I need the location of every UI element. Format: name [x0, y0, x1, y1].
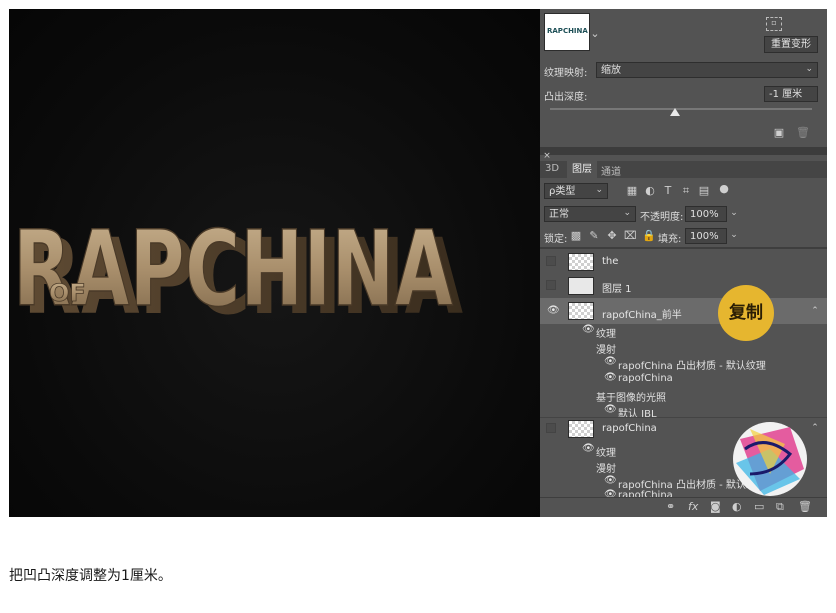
layer-row[interactable]: the: [540, 250, 827, 274]
eye-icon[interactable]: 👁: [604, 404, 617, 415]
filter-smart-object-icon[interactable]: ▤: [698, 184, 710, 198]
link-layers-icon[interactable]: ⚭: [666, 500, 675, 513]
opacity-chevron-icon[interactable]: ⌄: [729, 206, 739, 220]
annotation-bubble: 复制: [718, 285, 774, 341]
lock-all-icon[interactable]: 🔒: [642, 229, 656, 243]
chevron-down-icon: ⌄: [805, 64, 813, 74]
new-group-icon[interactable]: ▭: [754, 500, 764, 513]
layer-filter-label: ρ类型: [549, 186, 576, 197]
trash-icon[interactable]: 🗑: [796, 126, 810, 140]
document-canvas[interactable]: RAPCHINA RAPCHINA OF: [9, 9, 540, 517]
tab-channels[interactable]: 通道: [601, 163, 621, 178]
eye-icon[interactable]: 👁: [604, 372, 617, 383]
filter-type-icon[interactable]: T: [662, 184, 674, 198]
eye-icon[interactable]: 👁: [547, 305, 560, 316]
filter-shape-icon[interactable]: ⌗: [680, 184, 692, 198]
lock-label: 锁定:: [544, 234, 568, 245]
eye-icon[interactable]: 👁: [604, 356, 617, 367]
layer-name: the: [602, 256, 619, 267]
layers-panel-tabs: 3D 图层 通道: [540, 161, 827, 178]
material-thumbnail[interactable]: RAPCHINA: [544, 13, 590, 51]
fill-input[interactable]: 100%: [685, 228, 727, 244]
expand-chevron-icon[interactable]: ⌃: [810, 304, 820, 318]
layer-row[interactable]: 图层 1: [540, 274, 827, 298]
layer-filter-select[interactable]: ρ类型 ⌄: [544, 183, 608, 199]
side-panels: RAPCHINA ⌄ ▫ 重置变形 纹理映射: 缩放 ⌄ 凸出深度: -1 厘米…: [540, 9, 827, 517]
layer-row-selected[interactable]: 👁 rapofChina_前半 ⌃: [540, 298, 827, 324]
texture-mapping-label: 纹理映射:: [544, 68, 588, 79]
blend-mode-value: 正常: [549, 209, 569, 220]
lock-position-icon[interactable]: ✥: [606, 229, 618, 243]
material-thumb-text: RAPCHINA: [547, 27, 588, 35]
chevron-down-icon: ⌄: [595, 185, 603, 195]
expand-chevron-icon[interactable]: ⌃: [810, 421, 820, 435]
reset-transform-button[interactable]: 重置变形: [764, 36, 818, 53]
extrusion-depth-label: 凸出深度:: [544, 92, 588, 103]
visibility-toggle[interactable]: [546, 423, 556, 433]
lock-transparent-icon[interactable]: ▩: [570, 229, 582, 243]
artwork-face: RAPCHINA: [13, 208, 453, 330]
layer-thumbnail: [568, 253, 594, 271]
layer-thumbnail: [568, 277, 594, 295]
diffuse-label: 漫射: [596, 345, 616, 356]
transform-icon[interactable]: ▫: [766, 17, 782, 31]
texture-mapping-value: 缩放: [601, 65, 621, 76]
extrusion-depth-value: -1 厘米: [769, 89, 803, 100]
fill-label: 填充:: [658, 234, 682, 245]
texture-mapping-select[interactable]: 缩放 ⌄: [596, 62, 818, 78]
add-mask-icon[interactable]: ◙: [710, 500, 721, 513]
chevron-down-icon: ⌄: [623, 208, 631, 218]
screenshot: RAPCHINA RAPCHINA OF RAPCHINA ⌄ ▫ 重置变形 纹…: [9, 9, 827, 517]
opacity-label: 不透明度:: [640, 212, 684, 223]
panel-divider: [540, 147, 827, 155]
texture-label: 纹理: [596, 329, 616, 340]
texture-item[interactable]: rapofChina: [618, 373, 673, 384]
layers-footer: ⚭ fx ◙ ◐ ▭ ⧉ 🗑: [540, 497, 827, 517]
material-dropdown-chevron-icon[interactable]: ⌄: [590, 27, 600, 41]
layers-divider: [540, 247, 827, 249]
opacity-input[interactable]: 100%: [685, 206, 727, 222]
layer-name: rapofChina_前半: [602, 310, 682, 321]
layer-name: rapofChina: [602, 423, 657, 434]
filter-adjustment-icon[interactable]: ◐: [644, 184, 656, 198]
opacity-value: 100%: [690, 209, 719, 220]
diffuse-label: 漫射: [596, 464, 616, 475]
blend-mode-select[interactable]: 正常 ⌄: [544, 206, 636, 222]
fill-value: 100%: [690, 231, 719, 242]
extrusion-depth-input[interactable]: -1 厘米: [764, 86, 818, 102]
layer-3d-thumbnail: [568, 302, 594, 320]
tab-3d[interactable]: 3D: [545, 163, 559, 174]
tab-layers[interactable]: 图层: [567, 161, 597, 178]
artwork-small-text: OF: [49, 279, 86, 307]
watermark-logo: [733, 422, 807, 496]
fill-chevron-icon[interactable]: ⌄: [729, 228, 739, 242]
filter-toggle-icon[interactable]: ●: [718, 182, 730, 196]
eye-icon[interactable]: 👁: [604, 475, 617, 486]
adjustment-layer-icon[interactable]: ◐: [732, 500, 742, 513]
artwork: RAPCHINA RAPCHINA OF: [12, 207, 463, 338]
delete-layer-icon[interactable]: 🗑: [798, 500, 812, 513]
render-icon[interactable]: ▣: [772, 126, 786, 140]
material-item[interactable]: rapofChina 凸出材质 - 默认纹理: [618, 357, 766, 372]
extrusion-depth-slider-track[interactable]: [550, 108, 812, 110]
fx-icon[interactable]: fx: [688, 500, 698, 513]
layer-name: 图层 1: [602, 284, 632, 295]
ibl-header: 基于图像的光照: [596, 393, 666, 404]
new-layer-icon[interactable]: ⧉: [776, 500, 784, 514]
lock-artboard-icon[interactable]: ⌧: [624, 229, 637, 243]
visibility-toggle[interactable]: [546, 256, 556, 266]
texture-label: 纹理: [596, 448, 616, 459]
extrusion-depth-slider-thumb[interactable]: [670, 108, 680, 116]
eye-icon[interactable]: 👁: [582, 324, 595, 335]
caption-text: 把凹凸深度调整为1厘米。: [9, 568, 172, 584]
lock-paint-icon[interactable]: ✎: [588, 229, 600, 243]
filter-pixel-icon[interactable]: ▦: [626, 184, 638, 198]
visibility-toggle[interactable]: [546, 280, 556, 290]
layer-3d-thumbnail: [568, 420, 594, 438]
eye-icon[interactable]: 👁: [582, 443, 595, 454]
